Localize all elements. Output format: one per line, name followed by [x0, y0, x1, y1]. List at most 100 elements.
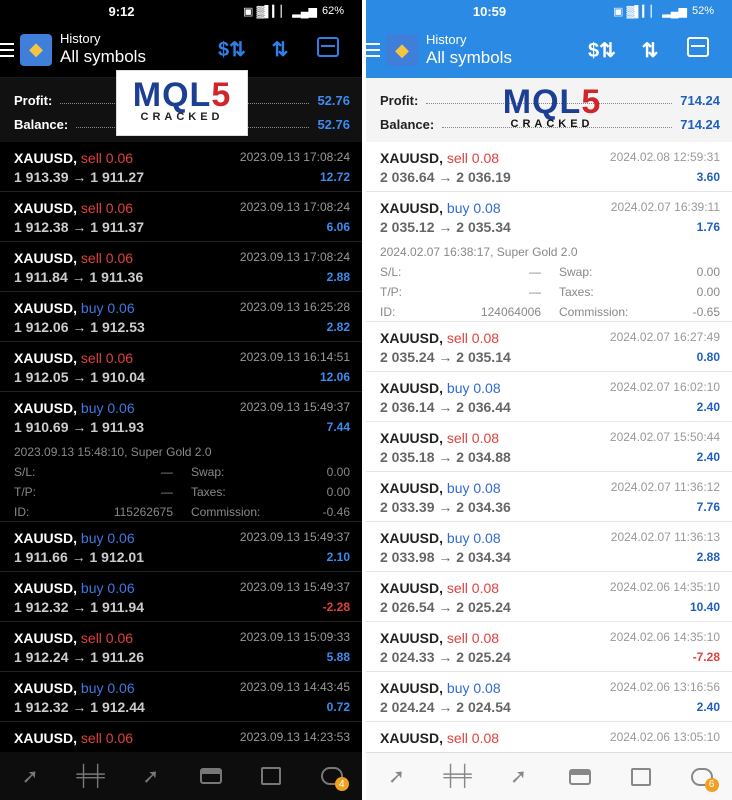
- trade-profit: 2.88: [696, 550, 720, 564]
- trade-side: buy 0.08: [446, 380, 501, 396]
- trade-prices: 1 913.39 → 1 911.27: [14, 169, 144, 185]
- history-icon[interactable]: ➚: [504, 762, 534, 792]
- trade-row[interactable]: XAUUSD, buy 0.08 2024.02.07 11:36:12 2 0…: [366, 472, 732, 522]
- trade-profit: 10.40: [689, 600, 720, 614]
- symbols-filter[interactable]: All symbols: [426, 48, 578, 68]
- trade-row[interactable]: XAUUSD, buy 0.06 2023.09.13 15:49:37 1 9…: [0, 392, 362, 522]
- trade-prices: 2 024.24 → 2 024.54: [380, 699, 511, 715]
- trade-symbol: XAUUSD,: [380, 380, 444, 396]
- trade-row[interactable]: XAUUSD, buy 0.08 2024.02.07 16:02:10 2 0…: [366, 372, 732, 422]
- menu-icon[interactable]: [0, 42, 14, 57]
- trade-date: 2023.09.13 17:08:24: [239, 250, 350, 264]
- trade-date: 2023.09.13 14:43:45: [239, 680, 350, 694]
- app-logo: ◆: [386, 34, 418, 66]
- trade-row[interactable]: XAUUSD, sell 0.08 2024.02.06 14:35:10 2 …: [366, 572, 732, 622]
- trade-prices: 2 035.18 → 2 034.88: [380, 449, 511, 465]
- page-subtitle: History: [426, 31, 467, 47]
- trade-side: buy 0.08: [446, 480, 501, 496]
- swap-value: 0.00: [326, 465, 350, 479]
- trade-row[interactable]: XAUUSD, buy 0.06 2023.09.13 16:25:28 1 9…: [0, 292, 362, 342]
- currency-icon[interactable]: $⇅: [208, 37, 256, 62]
- trade-profit: 0.80: [696, 350, 720, 364]
- trade-profit: 6.06: [326, 220, 350, 234]
- sl-value: —: [529, 265, 541, 279]
- trade-symbol: XAUUSD,: [14, 250, 78, 266]
- bottom-nav: ➚ ╪╪ ➚ 6: [366, 752, 732, 800]
- trade-profit: 2.40: [696, 450, 720, 464]
- trade-date: 2023.09.13 16:14:51: [239, 350, 350, 364]
- sl-label: S/L:: [380, 265, 402, 279]
- trade-side: sell 0.08: [446, 630, 500, 646]
- menu-icon[interactable]: [366, 43, 380, 57]
- watermark-five: 5: [211, 76, 232, 114]
- trade-date: 2023.09.13 15:49:37: [239, 400, 350, 414]
- calendar-icon[interactable]: [674, 37, 722, 63]
- trade-symbol: XAUUSD,: [14, 580, 78, 596]
- trade-prices: 2 035.12 → 2 035.34: [380, 219, 511, 235]
- trade-profit: -7.28: [692, 650, 720, 664]
- chat-icon[interactable]: 6: [687, 762, 719, 792]
- trade-row[interactable]: XAUUSD, sell 0.08 2024.02.08 12:59:31 2 …: [366, 142, 732, 192]
- trade-prices: 1 911.84 → 1 911.36: [14, 269, 144, 285]
- sort-icon[interactable]: ⇅: [626, 38, 674, 63]
- status-icons: ▣ ▓▌▎▏ ▂▄▆ 52%: [613, 5, 714, 18]
- trade-profit: 5.88: [326, 650, 350, 664]
- trade-row[interactable]: XAUUSD, sell 0.08 2024.02.06 14:35:10 2 …: [366, 622, 732, 672]
- trade-icon[interactable]: ➚: [15, 761, 45, 791]
- status-icons: ▣ ▓▌▎▏ ▂▄▆ 62%: [243, 5, 344, 18]
- trade-symbol: XAUUSD,: [380, 430, 444, 446]
- news-icon[interactable]: [626, 762, 656, 792]
- chart-icon[interactable]: ╪╪: [443, 762, 473, 792]
- trade-symbol: XAUUSD,: [14, 350, 78, 366]
- taxes-value: 0.00: [696, 285, 720, 299]
- trade-row[interactable]: XAUUSD, buy 0.08 2024.02.06 13:16:56 2 0…: [366, 672, 732, 722]
- history-icon[interactable]: ➚: [136, 761, 166, 791]
- trade-icon[interactable]: ➚: [382, 762, 412, 792]
- chart-icon[interactable]: ╪╪: [75, 761, 105, 791]
- screen-dark: 9:12 ▣ ▓▌▎▏ ▂▄▆ 62% ◆ History All symbol…: [0, 0, 362, 800]
- inbox-icon[interactable]: [196, 761, 226, 791]
- trade-symbol: XAUUSD,: [380, 480, 444, 496]
- trade-row[interactable]: XAUUSD, buy 0.08 2024.02.07 16:39:11 2 0…: [366, 192, 732, 322]
- inbox-icon[interactable]: [565, 762, 595, 792]
- trade-date: 2023.09.13 17:08:24: [239, 150, 350, 164]
- trade-row[interactable]: XAUUSD, sell 0.06 2023.09.13 16:14:51 1 …: [0, 342, 362, 392]
- symbols-filter[interactable]: All symbols: [60, 47, 208, 67]
- trade-row[interactable]: XAUUSD, sell 0.06 2023.09.13 17:08:24 1 …: [0, 192, 362, 242]
- trade-row[interactable]: XAUUSD, sell 0.06 2023.09.13 15:09:33 1 …: [0, 622, 362, 672]
- trade-prices: 1 912.05 → 1 910.04: [14, 369, 145, 385]
- id-label: ID:: [14, 505, 30, 519]
- watermark-logo: MQL5 CRACKED: [116, 70, 248, 136]
- trade-symbol: XAUUSD,: [380, 150, 444, 166]
- trade-prices: 1 911.66 → 1 912.01: [14, 549, 144, 565]
- currency-icon[interactable]: $⇅: [578, 38, 626, 63]
- trade-side: sell 0.06: [80, 150, 134, 166]
- trade-row[interactable]: XAUUSD, buy 0.08 2024.02.07 11:36:13 2 0…: [366, 522, 732, 572]
- trade-side: sell 0.06: [80, 250, 134, 266]
- trade-side: buy 0.08: [446, 530, 501, 546]
- trade-symbol: XAUUSD,: [14, 630, 78, 646]
- balance-value: 52.76: [317, 116, 350, 132]
- trade-prices: 1 912.32 → 1 912.44: [14, 699, 145, 715]
- calendar-icon[interactable]: [304, 36, 352, 63]
- trade-row[interactable]: XAUUSD, buy 0.06 2023.09.13 15:49:37 1 9…: [0, 572, 362, 622]
- trade-date: 2024.02.06 13:05:10: [609, 730, 720, 744]
- detail-open: 2024.02.07 16:38:17, Super Gold 2.0: [380, 245, 578, 259]
- trade-prices: 2 035.24 → 2 035.14: [380, 349, 511, 365]
- news-icon[interactable]: [256, 761, 286, 791]
- trade-prices: 1 912.06 → 1 912.53: [14, 319, 145, 335]
- trade-row[interactable]: XAUUSD, sell 0.08 2024.02.07 16:27:49 2 …: [366, 322, 732, 372]
- trade-symbol: XAUUSD,: [14, 530, 78, 546]
- trade-date: 2024.02.06 14:35:10: [609, 630, 720, 644]
- sort-icon[interactable]: ⇅: [256, 37, 304, 62]
- trade-date: 2023.09.13 16:25:28: [239, 300, 350, 314]
- trade-row[interactable]: XAUUSD, sell 0.08 2024.02.07 15:50:44 2 …: [366, 422, 732, 472]
- chat-icon[interactable]: 4: [317, 761, 349, 791]
- trade-row[interactable]: XAUUSD, sell 0.06 2023.09.13 17:08:24 1 …: [0, 242, 362, 292]
- profit-label: Profit:: [14, 92, 53, 108]
- trade-side: buy 0.08: [446, 680, 501, 696]
- trade-row[interactable]: XAUUSD, buy 0.06 2023.09.13 14:43:45 1 9…: [0, 672, 362, 722]
- trade-row[interactable]: XAUUSD, buy 0.06 2023.09.13 15:49:37 1 9…: [0, 522, 362, 572]
- trade-row[interactable]: XAUUSD, sell 0.06 2023.09.13 17:08:24 1 …: [0, 142, 362, 192]
- profit-label: Profit:: [380, 92, 419, 108]
